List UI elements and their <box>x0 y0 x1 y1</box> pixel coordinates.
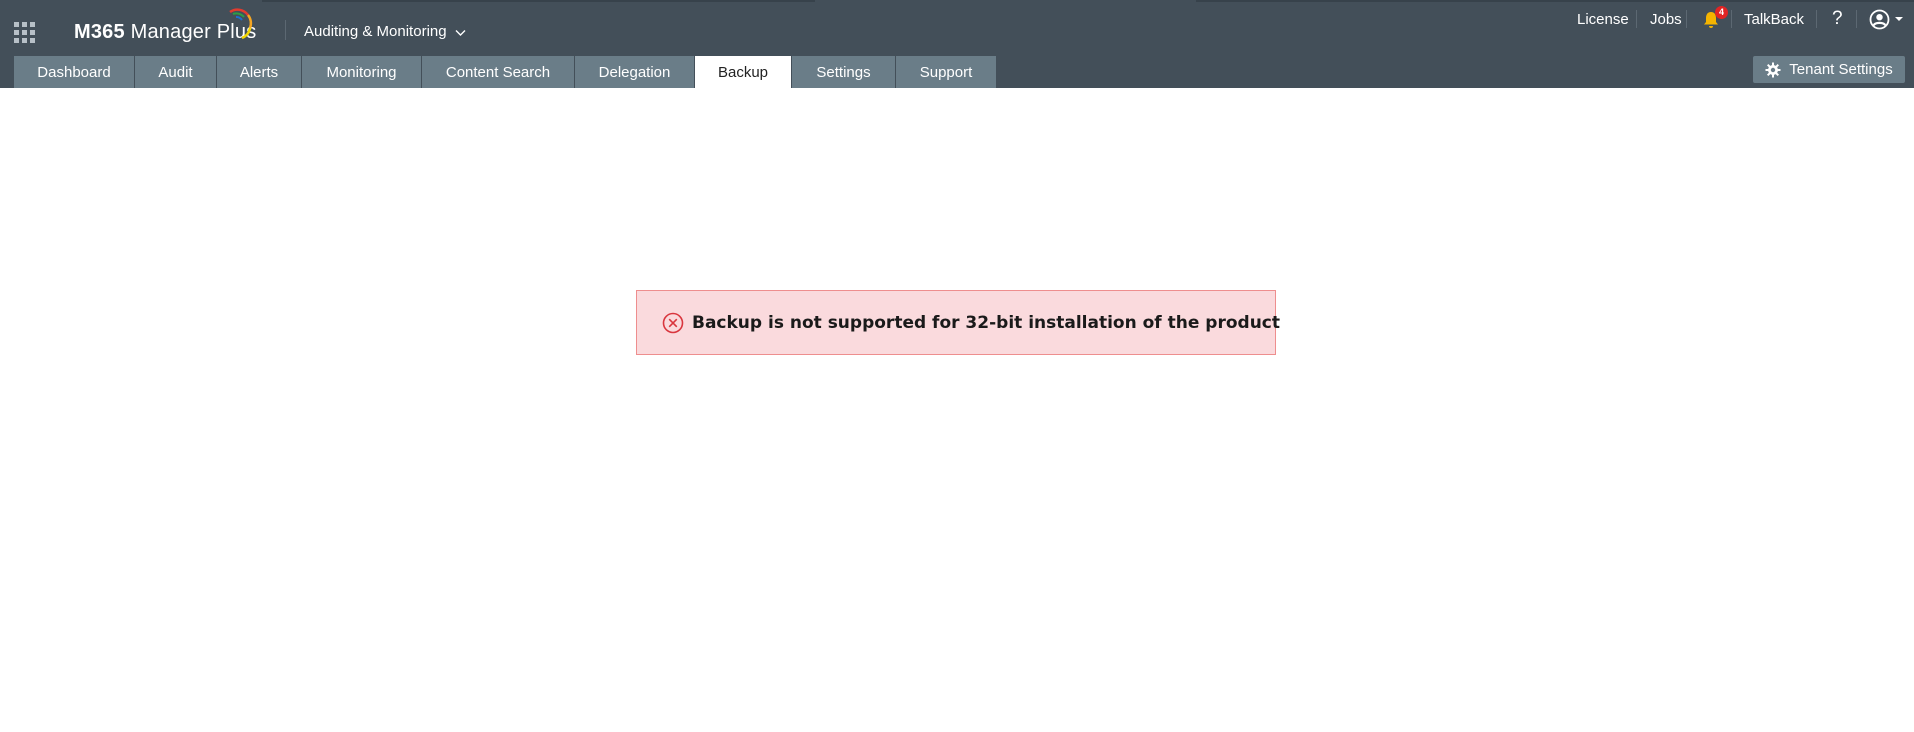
tab-dashboard[interactable]: Dashboard <box>14 56 134 88</box>
jobs-label: Jobs <box>1650 10 1682 28</box>
tab-delegation[interactable]: Delegation <box>575 56 694 88</box>
help-button[interactable]: ? <box>1832 8 1843 30</box>
notification-badge: 4 <box>1715 6 1728 19</box>
user-avatar-icon <box>1869 9 1890 29</box>
header-accent-line <box>1196 0 1914 2</box>
jobs-link[interactable]: Jobs <box>1650 8 1682 30</box>
brand-logo[interactable]: M365 Manager Plus <box>74 8 256 46</box>
tenant-settings-button[interactable]: Tenant Settings <box>1753 56 1905 83</box>
top-header: M365 Manager Plus Auditing & Monitoring … <box>0 0 1914 88</box>
header-divider <box>1636 10 1637 28</box>
header-divider <box>1856 10 1857 28</box>
module-switcher[interactable]: Auditing & Monitoring <box>304 20 466 42</box>
gear-icon <box>1765 62 1781 77</box>
user-menu-button[interactable] <box>1869 8 1904 30</box>
tab-monitoring[interactable]: Monitoring <box>302 56 421 88</box>
license-label: License <box>1577 10 1629 28</box>
brand-swoosh-icon <box>229 8 253 40</box>
error-message-text: Backup is not supported for 32-bit insta… <box>692 312 1280 333</box>
chevron-down-icon <box>455 29 466 36</box>
module-label: Auditing & Monitoring <box>304 22 447 40</box>
tab-content-search[interactable]: Content Search <box>422 56 574 88</box>
error-message-box: Backup is not supported for 32-bit insta… <box>636 290 1280 355</box>
talkback-link[interactable]: TalkBack <box>1744 8 1804 30</box>
tenant-settings-label: Tenant Settings <box>1789 61 1893 78</box>
tab-settings[interactable]: Settings <box>792 56 895 88</box>
header-divider <box>285 20 286 40</box>
help-icon: ? <box>1832 8 1843 29</box>
license-link[interactable]: License <box>1577 8 1629 30</box>
main-nav-tabs: Dashboard Audit Alerts Monitoring Conten… <box>14 56 997 88</box>
tab-audit[interactable]: Audit <box>135 56 216 88</box>
tab-support[interactable]: Support <box>896 56 996 88</box>
app-launcher-icon[interactable] <box>14 22 38 46</box>
caret-down-icon <box>1895 17 1903 21</box>
talkback-label: TalkBack <box>1744 10 1805 28</box>
tab-backup[interactable]: Backup <box>695 56 791 88</box>
header-divider <box>1686 10 1687 28</box>
header-divider <box>1816 10 1817 28</box>
error-circle-x-icon <box>662 312 684 333</box>
header-accent-line <box>262 0 815 2</box>
brand-prefix: M365 <box>74 20 125 43</box>
header-divider <box>1731 10 1732 28</box>
notifications-button[interactable]: 4 <box>1702 6 1728 30</box>
tab-alerts[interactable]: Alerts <box>217 56 301 88</box>
